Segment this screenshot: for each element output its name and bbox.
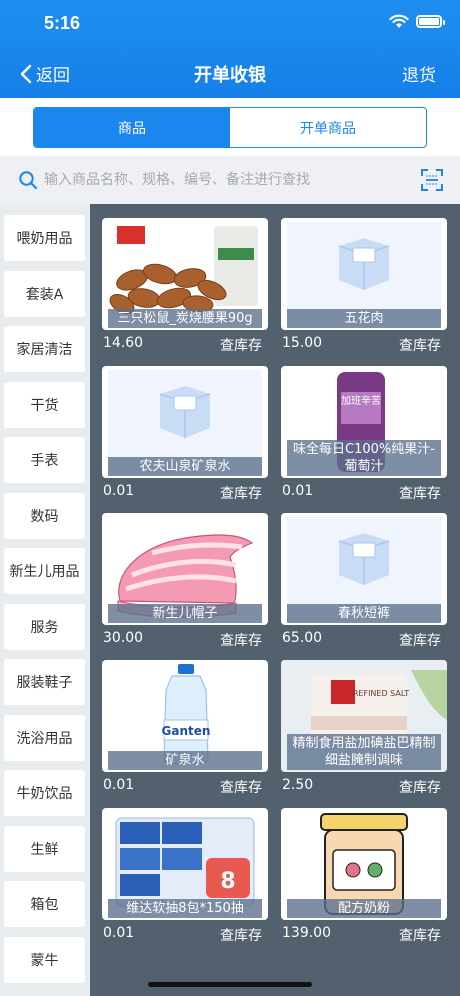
check-stock-link[interactable]: 查库存 — [399, 777, 447, 797]
category-item[interactable]: 牛奶饮品 — [4, 770, 85, 816]
check-stock-link[interactable]: 查库存 — [220, 630, 268, 650]
category-item[interactable]: 服务 — [4, 604, 85, 650]
home-indicator — [148, 982, 312, 987]
check-stock-link[interactable]: 查库存 — [220, 925, 268, 945]
product-price: 30.00 — [103, 630, 144, 646]
app-header: 5:16 返回 开单收银 退货 — [0, 0, 460, 98]
product-name: 农夫山泉矿泉水 — [108, 457, 262, 476]
product-card[interactable]: REFINED SALT 精制食用盐加碘盐巴精制细盐腌制调味 2.50 查库存 — [281, 660, 447, 796]
tab-order-products[interactable]: 开单商品 — [230, 108, 426, 147]
product-card[interactable]: 三只松鼠_炭烧腰果90g 14.60 查库存 — [102, 218, 268, 354]
category-item[interactable]: 手表 — [4, 437, 85, 483]
category-item[interactable]: 喂奶用品 — [4, 215, 85, 261]
juice-image-text: 加班辛苦 — [341, 394, 381, 407]
category-item[interactable]: 洗浴用品 — [4, 715, 85, 761]
product-price: 0.01 — [103, 777, 135, 793]
product-name: 春秋短裤 — [287, 604, 441, 623]
product-name: 三只松鼠_炭烧腰果90g — [108, 309, 262, 328]
product-card[interactable]: 加班辛苦 味全每日C100%纯果汁-葡萄汁 0.01 查库存 — [281, 366, 447, 502]
product-card[interactable]: 配方奶粉 139.00 查库存 — [281, 808, 447, 944]
product-image: 三只松鼠_炭烧腰果90g — [102, 218, 268, 330]
check-stock-link[interactable]: 查库存 — [399, 335, 447, 355]
tab-products[interactable]: 商品 — [34, 108, 230, 147]
check-stock-link[interactable]: 查库存 — [220, 335, 268, 355]
product-card[interactable]: 8 维达软抽8包*150抽 0.01 查库存 — [102, 808, 268, 944]
product-price: 2.50 — [282, 777, 314, 793]
product-name: 精制食用盐加碘盐巴精制细盐腌制调味 — [287, 734, 441, 770]
category-item[interactable]: 新生儿用品 — [4, 548, 85, 594]
category-item[interactable]: 箱包 — [4, 881, 85, 927]
battery-icon — [416, 15, 445, 28]
product-card[interactable]: 五花肉 15.00 查库存 — [281, 218, 447, 354]
product-image: 五花肉 — [281, 218, 447, 330]
product-card[interactable]: 农夫山泉矿泉水 0.01 查库存 — [102, 366, 268, 502]
category-item[interactable]: 生鲜 — [4, 826, 85, 872]
product-image: 8 维达软抽8包*150抽 — [102, 808, 268, 920]
wifi-icon — [389, 14, 409, 28]
product-name: 新生儿帽子 — [108, 604, 262, 623]
check-stock-link[interactable]: 查库存 — [399, 483, 447, 503]
status-icons — [389, 14, 445, 29]
product-image: REFINED SALT 精制食用盐加碘盐巴精制细盐腌制调味 — [281, 660, 447, 772]
check-stock-link[interactable]: 查库存 — [220, 483, 268, 503]
product-image: 配方奶粉 — [281, 808, 447, 920]
tab-bar: 商品 开单商品 — [0, 98, 460, 156]
category-item[interactable]: 干货 — [4, 382, 85, 428]
product-name: 维达软抽8包*150抽 — [108, 899, 262, 918]
product-name: 配方奶粉 — [287, 899, 441, 918]
category-item[interactable]: 服装鞋子 — [4, 659, 85, 705]
check-stock-link[interactable]: 查库存 — [220, 777, 268, 797]
status-time: 5:16 — [44, 13, 81, 33]
scan-icon[interactable] — [420, 168, 444, 192]
salt-image-text: REFINED SALT — [353, 689, 409, 698]
check-stock-link[interactable]: 查库存 — [399, 925, 447, 945]
category-item[interactable]: 家居清洁 — [4, 326, 85, 372]
chevron-left-icon — [20, 64, 32, 83]
product-price: 0.01 — [103, 925, 135, 941]
product-price: 0.01 — [282, 483, 314, 499]
category-sidebar[interactable]: 喂奶用品 套装A 家居清洁 干货 手表 数码 新生儿用品 服务 服装鞋子 洗浴用… — [0, 204, 90, 996]
product-price: 139.00 — [282, 925, 331, 941]
product-price: 65.00 — [282, 630, 323, 646]
category-item[interactable]: 数码 — [4, 493, 85, 539]
content-area: 喂奶用品 套装A 家居清洁 干货 手表 数码 新生儿用品 服务 服装鞋子 洗浴用… — [0, 204, 460, 996]
category-item[interactable]: 蒙牛 — [4, 937, 85, 983]
product-grid: 三只松鼠_炭烧腰果90g 14.60 查库存 五花肉 15.00 查库存 农夫山… — [90, 204, 460, 996]
product-image: 加班辛苦 味全每日C100%纯果汁-葡萄汁 — [281, 366, 447, 478]
return-button[interactable]: 退货 — [402, 61, 436, 86]
search-bar — [0, 156, 460, 204]
back-label: 返回 — [36, 66, 70, 86]
check-stock-link[interactable]: 查库存 — [399, 630, 447, 650]
water-image-text: Ganten — [162, 724, 211, 738]
product-image: 农夫山泉矿泉水 — [102, 366, 268, 478]
product-name: 五花肉 — [287, 309, 441, 328]
product-card[interactable]: 新生儿帽子 30.00 查库存 — [102, 513, 268, 649]
search-input[interactable] — [44, 166, 404, 194]
segmented-control: 商品 开单商品 — [33, 107, 427, 148]
product-price: 14.60 — [103, 335, 144, 351]
product-image: 新生儿帽子 — [102, 513, 268, 625]
product-price: 15.00 — [282, 335, 323, 351]
category-item[interactable]: 套装A — [4, 271, 85, 317]
product-image: 春秋短裤 — [281, 513, 447, 625]
product-card[interactable]: 春秋短裤 65.00 查库存 — [281, 513, 447, 649]
product-image: Ganten 矿泉水 — [102, 660, 268, 772]
product-card[interactable]: Ganten 矿泉水 0.01 查库存 — [102, 660, 268, 796]
back-button[interactable]: 返回 — [20, 61, 70, 86]
product-name: 味全每日C100%纯果汁-葡萄汁 — [287, 440, 441, 476]
search-icon — [19, 171, 38, 190]
tissue-image-text: 8 — [220, 869, 235, 894]
product-name: 矿泉水 — [108, 751, 262, 770]
product-price: 0.01 — [103, 483, 135, 499]
